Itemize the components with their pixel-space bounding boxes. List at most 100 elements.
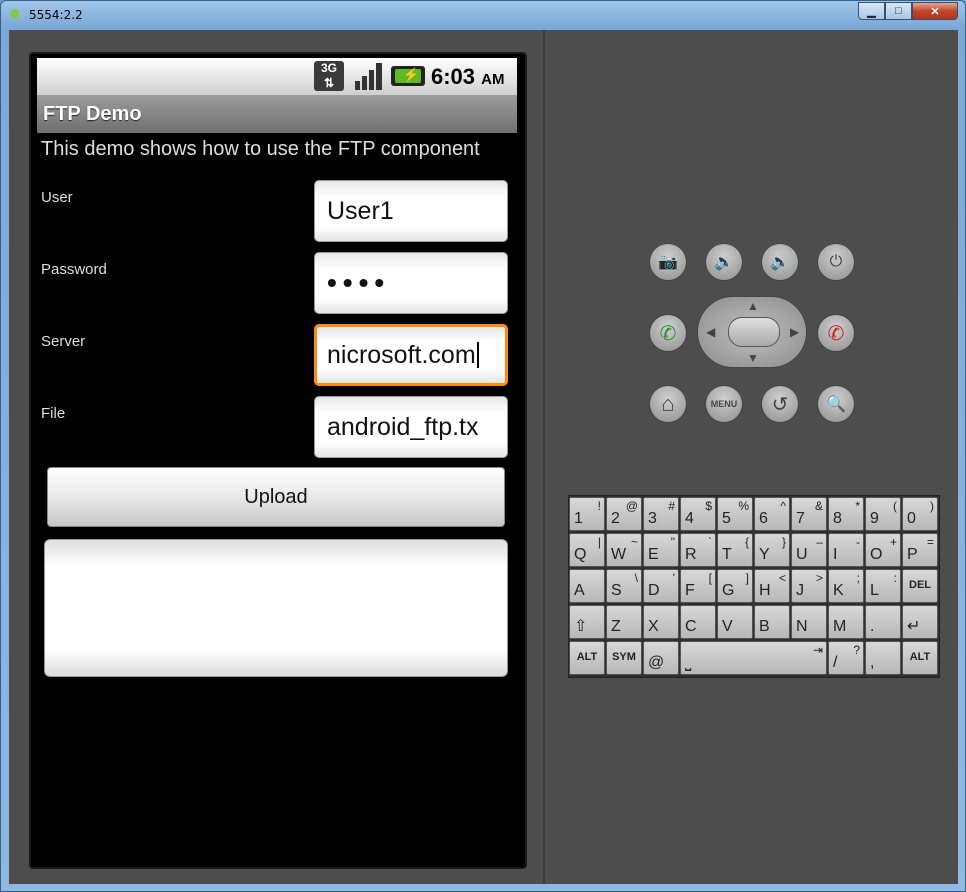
dpad-down-icon[interactable]: ▼ [747,351,759,365]
key-e[interactable]: E " [643,533,679,567]
key-w[interactable]: W ~ [606,533,642,567]
key-p[interactable]: P = [902,533,938,567]
upload-button[interactable]: Upload [47,467,505,527]
call-button[interactable]: ✆ [649,314,687,352]
key-sym[interactable]: SYM [606,641,642,675]
key-m[interactable]: M [828,605,864,639]
key-y[interactable]: Y} [754,533,790,567]
home-button[interactable]: ⌂ [649,385,687,423]
menu-button[interactable]: MENU [705,385,743,423]
back-button[interactable]: ↺ [761,385,799,423]
key-d[interactable]: D ' [643,569,679,603]
key-sublabel: ' [672,571,675,585]
clock-ampm: AM [481,71,505,88]
key-sublabel: ) [930,499,934,513]
key-2[interactable]: 2 @ [606,497,642,531]
server-field[interactable]: nicrosoft.com [314,324,508,386]
key-f[interactable]: F[ [680,569,716,603]
key-label: F [685,582,695,599]
key-,[interactable]: , [865,641,901,675]
maximize-button[interactable]: □ [885,2,912,20]
key-⇧[interactable]: ⇧ [569,605,605,639]
key-label: @ [648,654,665,671]
end-call-button[interactable]: ✆ [817,314,855,352]
key-h[interactable]: H < [754,569,790,603]
key-s[interactable]: S \ [606,569,642,603]
title-bar[interactable]: 5554:2.2 ▁ □ ✕ [1,1,965,29]
key-alt[interactable]: ALT [902,641,938,675]
key-4[interactable]: 4 $ [680,497,716,531]
server-label: Server [41,333,86,350]
dpad-left-icon[interactable]: ◀ [706,325,715,339]
key-i[interactable]: I- [828,533,864,567]
key-/[interactable]: /? [828,641,864,675]
key-k[interactable]: K; [828,569,864,603]
camera-button[interactable]: 📷 [649,243,687,281]
key-sublabel: { [744,535,749,549]
file-field[interactable]: android_ftp.tx [314,396,508,458]
key-space[interactable]: ⎵ ⇥ [680,641,827,675]
key-sublabel: < [778,571,786,585]
key-sublabel: [ [708,571,712,585]
key-sublabel: # [668,499,675,513]
volume-down-button[interactable]: 🔉 [705,243,743,281]
power-button[interactable]: ⏻ [817,243,855,281]
key-sublabel: ^ [780,499,786,513]
key-c[interactable]: C [680,605,716,639]
battery-charging-icon: ⚡ [391,66,425,86]
key-r[interactable]: R ` [680,533,716,567]
key-label: K [833,582,844,599]
key-sublabel: + [889,535,897,549]
key-7[interactable]: 7 & [791,497,827,531]
key-5[interactable]: 5% [717,497,753,531]
file-label: File [41,405,66,422]
key-a[interactable]: A [569,569,605,603]
key-del[interactable]: DEL [902,569,938,603]
close-button[interactable]: ✕ [912,2,958,20]
dpad-right-icon[interactable]: ▶ [790,325,799,339]
key-alt[interactable]: ALT [569,641,605,675]
server-value: nicrosoft.com [327,340,476,369]
power-icon: ⏻ [829,253,843,270]
key-↵[interactable]: ↵ [902,605,938,639]
key-l[interactable]: L: [865,569,901,603]
key-label: L [870,582,879,599]
key-q[interactable]: Q | [569,533,605,567]
key-label: Z [611,618,621,635]
minimize-button[interactable]: ▁ [858,2,885,20]
key-o[interactable]: O + [865,533,901,567]
password-field[interactable]: •••• [314,252,508,314]
key-label: X [648,618,659,635]
key-label: N [796,618,808,635]
clock: 6:03 AM [431,64,505,90]
key-6[interactable]: 6 ^ [754,497,790,531]
key-8[interactable]: 8 * [828,497,864,531]
key-label: W [611,546,627,563]
key-g[interactable]: G] [717,569,753,603]
search-button[interactable]: 🔍 [817,385,855,423]
key-3[interactable]: 3 # [643,497,679,531]
key-j[interactable]: J > [791,569,827,603]
key-t[interactable]: T{ [717,533,753,567]
key-1[interactable]: 1! [569,497,605,531]
dpad[interactable]: ▲ ▼ ◀ ▶ [697,296,807,368]
key-x[interactable]: X [643,605,679,639]
dpad-up-icon[interactable]: ▲ [747,299,759,313]
key-label: Y [759,546,770,563]
key-v[interactable]: V [717,605,753,639]
key-n[interactable]: N [791,605,827,639]
key-u[interactable]: U – [791,533,827,567]
key-z[interactable]: Z [606,605,642,639]
key-b[interactable]: B [754,605,790,639]
key-0[interactable]: 0) [902,497,938,531]
log-output[interactable] [44,539,508,677]
key-@[interactable]: @ [643,641,679,675]
dpad-center-button[interactable] [728,317,780,347]
volume-up-button[interactable]: 🔊 [761,243,799,281]
key-.[interactable]: . [865,605,901,639]
user-field[interactable]: User1 [314,180,508,242]
key-9[interactable]: 9( [865,497,901,531]
app-title: FTP Demo [43,103,142,125]
intro-text: This demo shows how to use the FTP compo… [41,138,480,160]
hardware-keyboard: 1! 2 @3 #4 $5% 6 ^ 7 & 8 * 9(0) Q | W ~ E " R ` T{Y} U – I - O + P =… [568,495,940,678]
